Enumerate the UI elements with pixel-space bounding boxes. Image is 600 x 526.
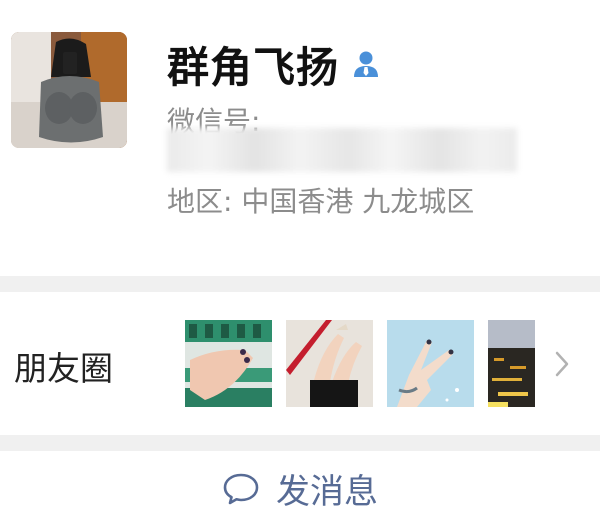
chat-bubble-icon — [222, 472, 260, 506]
profile-name: 群角飞扬 — [167, 42, 340, 92]
wechat-id-redacted — [167, 128, 517, 172]
moments-row[interactable]: 朋友圈 — [0, 292, 600, 435]
avatar[interactable] — [11, 32, 127, 148]
name-row: 群角飞扬 — [167, 36, 381, 92]
person-icon — [351, 49, 381, 79]
night-scene-photo-icon — [488, 320, 535, 407]
send-message-button[interactable]: 发消息 — [0, 451, 600, 526]
nail-polish-photo-icon — [185, 320, 272, 407]
profile-card: 群角飞扬 微信号: 地区: 中国香港 九龙城区 — [0, 0, 600, 276]
moments-thumbnail-night-scene — [488, 320, 535, 407]
legs-heels-photo-icon — [286, 320, 373, 407]
region-text: 地区: 中国香港 九龙城区 — [167, 185, 475, 218]
send-message-label: 发消息 — [276, 472, 378, 512]
chevron-right-icon[interactable] — [554, 350, 570, 378]
message-card: 发消息 — [0, 451, 600, 526]
hand-peace-sign-photo-icon — [387, 320, 474, 407]
profile-photo-icon — [11, 32, 127, 148]
moments-thumbnail-peace-sign — [387, 320, 474, 407]
moments-thumbnail-nail-polish — [185, 320, 272, 407]
moments-label: 朋友圈 — [14, 349, 113, 388]
moments-thumbnail-legs — [286, 320, 373, 407]
